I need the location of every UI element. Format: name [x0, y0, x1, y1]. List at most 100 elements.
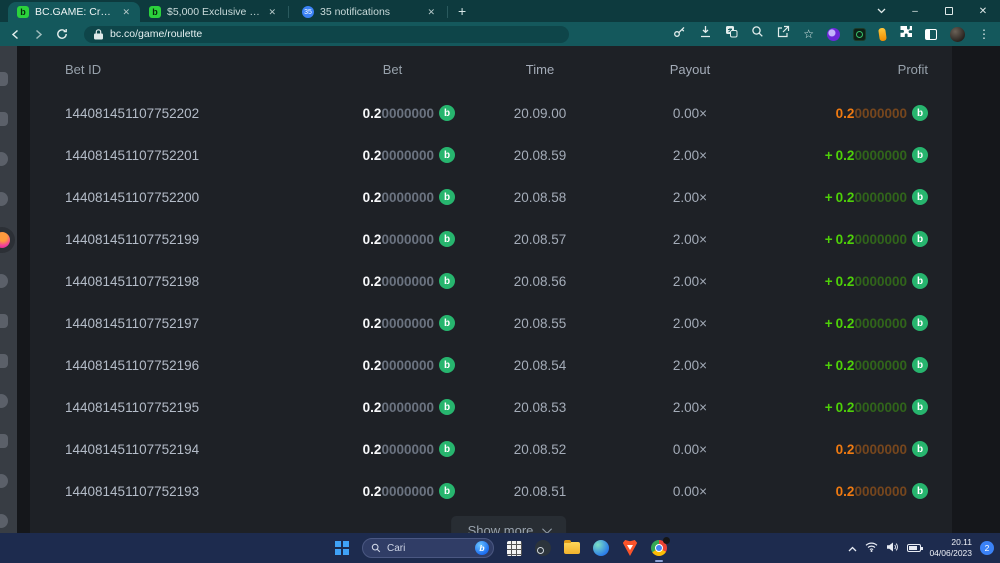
close-window-button[interactable]: ✕	[966, 0, 1000, 22]
battery-icon[interactable]	[907, 544, 921, 552]
wifi-icon[interactable]	[865, 539, 878, 557]
bc-coin-icon: b	[439, 315, 455, 331]
sidebar-icon-7[interactable]	[0, 314, 8, 328]
table-row[interactable]: 144081451107752195 0.20000000 b 20.08.53…	[65, 386, 928, 428]
profile-avatar[interactable]	[950, 27, 965, 42]
desktop-screen: b BC.GAME: Crypto Casino Games ✕ b $5,00…	[0, 0, 1000, 563]
windows-logo-icon	[335, 541, 349, 555]
address-bar[interactable]: bc.co/game/roulette	[84, 26, 569, 43]
extension-dark-green-icon[interactable]	[853, 28, 866, 41]
tab-close-icon[interactable]: ✕	[267, 7, 277, 18]
notification-count-badge[interactable]: 2	[980, 541, 994, 555]
install-download-icon[interactable]	[699, 25, 712, 43]
sidebar-icon-2[interactable]	[0, 112, 8, 126]
show-more-button[interactable]: Show more	[451, 516, 567, 533]
time-cell: 20.08.56	[455, 274, 625, 289]
new-tab-button[interactable]: +	[452, 3, 474, 22]
bet-id-cell: 144081451107752196	[65, 358, 330, 373]
profit-cell: +0.20000000 b	[755, 189, 928, 205]
bet-history-page: Bet ID Bet Time Payout Profit 1440814511…	[17, 46, 1000, 533]
bcgame-favicon-icon: b	[149, 6, 161, 18]
taskbar-center-icons: Cari b	[333, 533, 668, 563]
bc-coin-icon: b	[439, 399, 455, 415]
profit-cell: +0.20000000 b	[755, 231, 928, 247]
time-cell: 20.08.59	[455, 148, 625, 163]
volume-icon[interactable]	[886, 539, 899, 557]
active-app-indicator	[655, 560, 663, 563]
browser-toolbar: bc.co/game/roulette ☆ ⋮	[0, 22, 1000, 46]
bet-history-table: Bet ID Bet Time Payout Profit 1440814511…	[30, 46, 952, 533]
taskbar-app-brave[interactable]	[621, 539, 639, 557]
table-row[interactable]: 144081451107752193 0.20000000 b 20.08.51…	[65, 470, 928, 512]
tab-close-icon[interactable]: ✕	[121, 7, 131, 18]
share-icon[interactable]	[777, 25, 790, 43]
table-row[interactable]: 144081451107752194 0.20000000 b 20.08.52…	[65, 428, 928, 470]
payout-cell: 0.00×	[625, 442, 755, 457]
sidebar-icon-6[interactable]	[0, 274, 8, 288]
sidebar-icon-9[interactable]	[0, 394, 8, 408]
table-row[interactable]: 144081451107752196 0.20000000 b 20.08.54…	[65, 344, 928, 386]
clock-time: 20.11	[929, 537, 972, 548]
table-row[interactable]: 144081451107752198 0.20000000 b 20.08.56…	[65, 260, 928, 302]
taskbar-search-box[interactable]: Cari b	[362, 538, 494, 558]
extension-orange-icon[interactable]	[878, 27, 887, 41]
taskbar-app-chrome[interactable]	[650, 539, 668, 557]
table-row[interactable]: 144081451107752201 0.20000000 b 20.08.59…	[65, 134, 928, 176]
tab-title: $5,000 Exclusive Roulette Prestig	[167, 6, 261, 18]
taskbar-app-file-explorer[interactable]	[563, 539, 581, 557]
payout-cell: 2.00×	[625, 190, 755, 205]
profit-cell: 0.20000000 b	[755, 483, 928, 499]
bcgame-favicon-icon: b	[17, 6, 29, 18]
table-row[interactable]: 144081451107752200 0.20000000 b 20.08.58…	[65, 176, 928, 218]
sidebar-icon-4[interactable]	[0, 192, 8, 206]
taskbar-clock[interactable]: 20.11 04/06/2023	[929, 537, 972, 558]
tab-notifications[interactable]: 35 35 notifications ✕	[293, 2, 445, 22]
extensions-puzzle-icon[interactable]	[899, 25, 912, 43]
sidebar-icon-1[interactable]	[0, 72, 8, 86]
tab-close-icon[interactable]: ✕	[426, 7, 436, 18]
sidebar-icon-11[interactable]	[0, 474, 8, 488]
time-cell: 20.08.57	[455, 232, 625, 247]
chevron-down-icon	[542, 524, 552, 533]
tab-title: BC.GAME: Crypto Casino Games	[35, 6, 115, 18]
page-content: Bet ID Bet Time Payout Profit 1440814511…	[0, 46, 1000, 533]
browser-menu-kebab-icon[interactable]: ⋮	[978, 28, 990, 40]
translate-icon[interactable]	[725, 25, 738, 43]
password-key-icon[interactable]	[673, 25, 686, 43]
sidebar-icon-3[interactable]	[0, 152, 8, 166]
back-button-icon[interactable]	[10, 29, 21, 40]
notification-count-favicon: 35	[302, 6, 314, 18]
table-row[interactable]: 144081451107752202 0.20000000 b 20.09.00…	[65, 92, 928, 134]
side-panel-icon[interactable]	[925, 29, 937, 40]
sidebar-icon-12[interactable]	[0, 514, 8, 528]
taskbar-app-steam[interactable]	[534, 539, 552, 557]
tab-bcgame-casino[interactable]: b BC.GAME: Crypto Casino Games ✕	[8, 2, 140, 22]
taskbar-app-edge[interactable]	[592, 539, 610, 557]
start-button[interactable]	[333, 539, 351, 557]
tray-chevron-up-icon[interactable]	[848, 539, 857, 557]
table-row[interactable]: 144081451107752197 0.20000000 b 20.08.55…	[65, 302, 928, 344]
bet-amount-cell: 0.20000000 b	[330, 189, 455, 205]
maximize-button[interactable]	[932, 0, 966, 22]
reload-button-icon[interactable]	[56, 28, 68, 40]
bookmark-star-icon[interactable]: ☆	[803, 28, 814, 40]
search-placeholder: Cari	[387, 543, 469, 554]
taskbar-app-calculator[interactable]	[505, 539, 523, 557]
tab-roulette-promo[interactable]: b $5,000 Exclusive Roulette Prestig ✕	[140, 2, 286, 22]
bet-id-cell: 144081451107752198	[65, 274, 330, 289]
tab-search-chevron-icon[interactable]	[864, 0, 898, 22]
forward-button-icon[interactable]	[33, 29, 44, 40]
time-cell: 20.08.55	[455, 316, 625, 331]
minimize-button[interactable]: –	[898, 0, 932, 22]
roulette-game-icon[interactable]	[0, 232, 10, 248]
tab-divider	[447, 6, 448, 18]
bet-amount-cell: 0.20000000 b	[330, 441, 455, 457]
table-row[interactable]: 144081451107752199 0.20000000 b 20.08.57…	[65, 218, 928, 260]
sidebar-icon-10[interactable]	[0, 434, 8, 448]
bet-amount-cell: 0.20000000 b	[330, 147, 455, 163]
extension-purple-icon[interactable]	[827, 28, 840, 41]
zoom-search-icon[interactable]	[751, 25, 764, 43]
system-tray: 20.11 04/06/2023 2	[848, 533, 994, 563]
sidebar-icon-8[interactable]	[0, 354, 8, 368]
bet-amount-cell: 0.20000000 b	[330, 315, 455, 331]
